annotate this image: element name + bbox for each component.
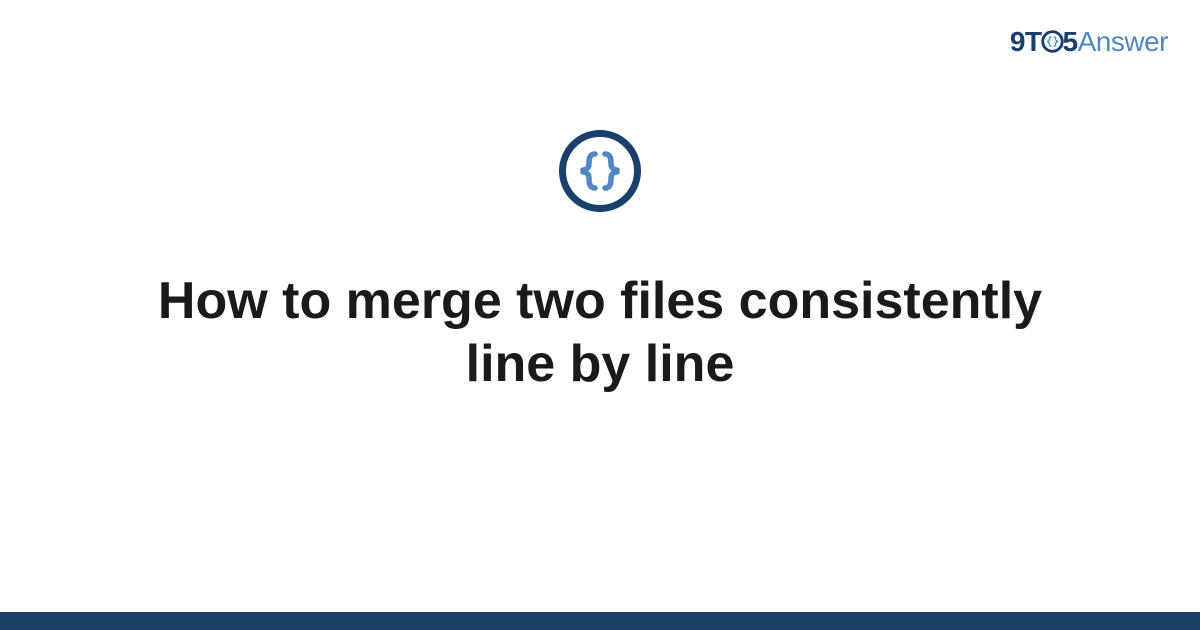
brand-logo: 9T 5Answer [1010,26,1168,58]
page-title: How to merge two files consistently line… [150,270,1050,397]
brand-part-answer: Answer [1078,26,1168,57]
footer-bar [0,612,1200,630]
brand-o-icon [1041,30,1064,53]
brand-part-5: 5 [1063,26,1078,57]
brand-part-9t: 9T [1010,26,1042,57]
main-content: How to merge two files consistently line… [0,130,1200,397]
curly-braces-icon [559,130,641,212]
